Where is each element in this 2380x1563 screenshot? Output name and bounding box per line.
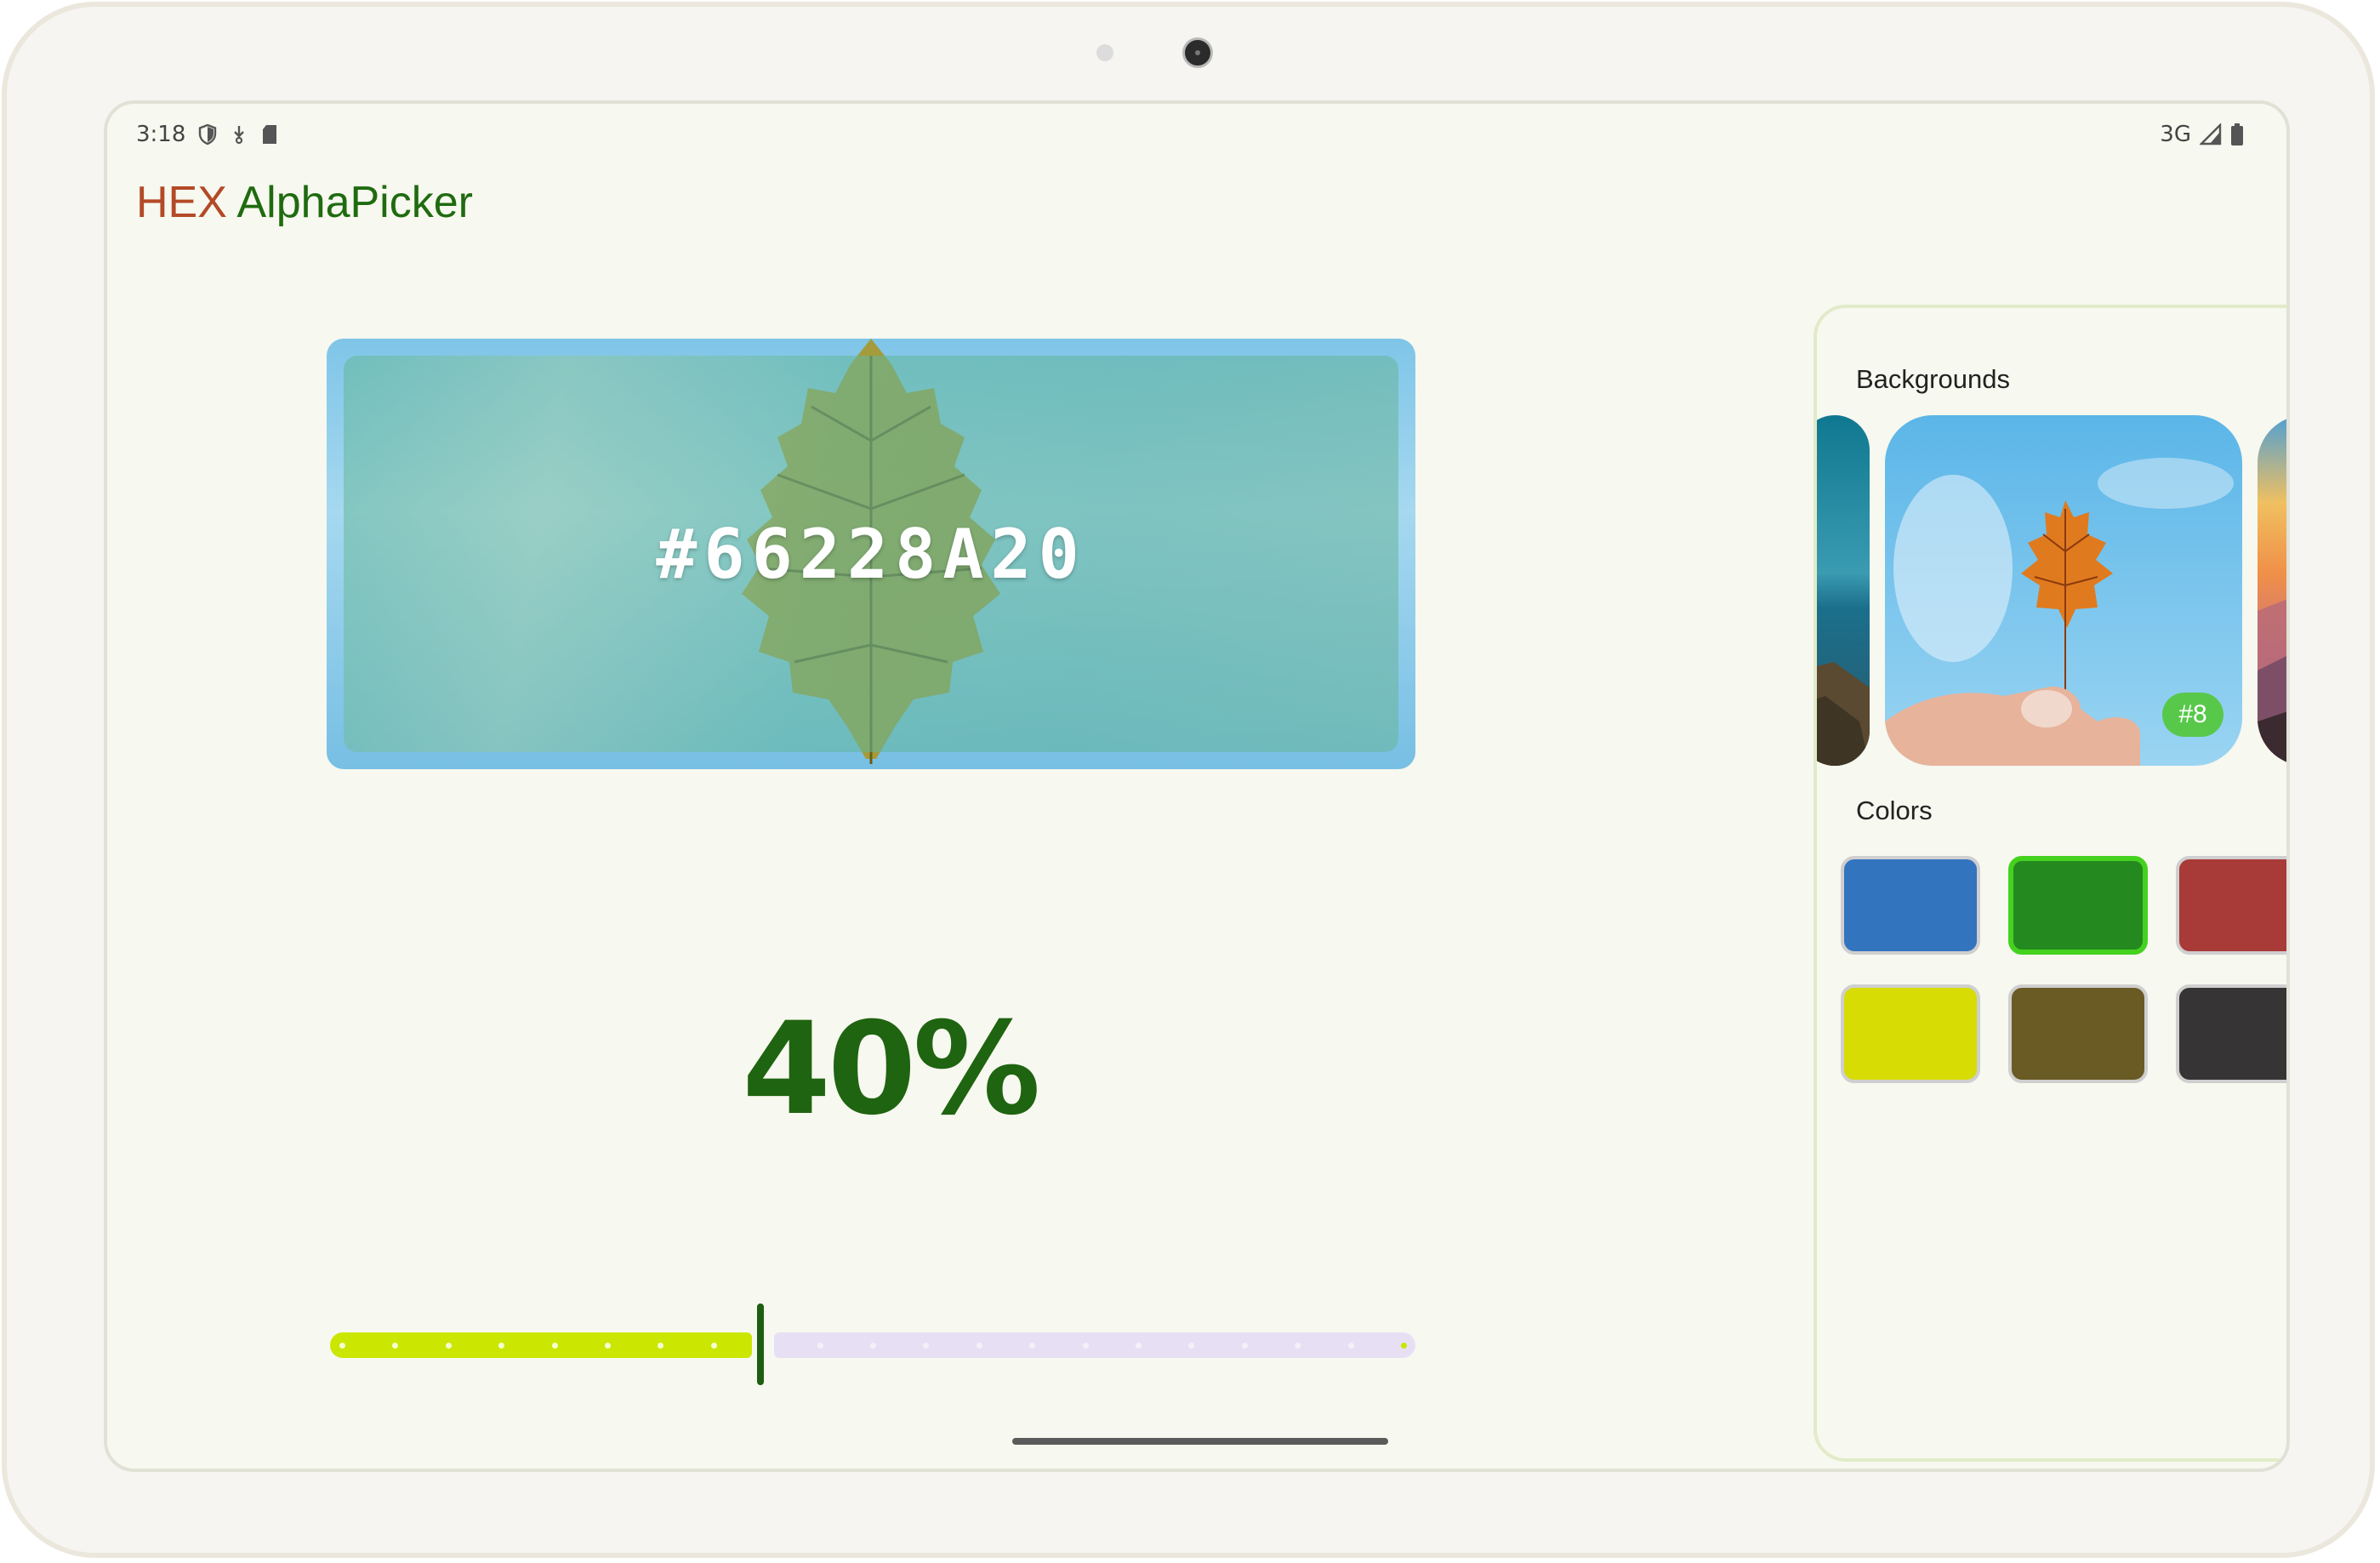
slider-thumb[interactable] [757, 1303, 764, 1385]
background-card-ocean[interactable] [1817, 415, 1870, 766]
ocean-cliff-image [1817, 415, 1870, 766]
color-swatch-yellow[interactable] [1841, 984, 1980, 1083]
slider-step-dot [1241, 1343, 1248, 1349]
sd-card-icon [260, 123, 279, 145]
color-swatch-blue[interactable] [1841, 856, 1980, 955]
color-swatch-olive-brown[interactable] [2008, 984, 2148, 1083]
slider-step-dot [870, 1343, 876, 1349]
status-bar: 3:18 3G [136, 116, 2244, 153]
background-card-leaf[interactable]: #8 [1885, 415, 2242, 766]
app-title-hex: HEX [136, 178, 227, 227]
slider-step-dot [1347, 1343, 1354, 1349]
slider-step-dot [817, 1343, 823, 1349]
slider-step-dot [445, 1343, 452, 1349]
alpha-slider[interactable] [330, 1303, 1415, 1397]
app-title: HEX AlphaPicker [136, 177, 473, 228]
slider-step-dot [605, 1343, 611, 1349]
color-swatch-red[interactable] [2176, 856, 2286, 955]
slider-step-dot [339, 1343, 345, 1349]
light-sensor [1096, 44, 1113, 61]
hex-value: #66228A20 [656, 514, 1086, 594]
slider-step-dot [1401, 1343, 1407, 1349]
status-time: 3:18 [136, 122, 186, 147]
slider-step-dot [710, 1343, 717, 1349]
front-camera [1182, 37, 1213, 68]
backgrounds-label: Backgrounds [1856, 364, 2010, 394]
background-card-sunset[interactable] [2258, 415, 2286, 766]
tablet-frame: 3:18 3G HEX AlphaPicker #66228A20 40% Ba… [2, 2, 2375, 1558]
app-title-alphapicker: AlphaPicker [226, 178, 473, 227]
color-preview: #66228A20 [327, 339, 1415, 769]
alpha-percentage: 40% [742, 995, 1040, 1144]
network-type: 3G [2160, 122, 2191, 147]
download-icon [230, 123, 248, 145]
selected-background-badge: #8 [2162, 693, 2223, 737]
colors-label: Colors [1856, 796, 1933, 825]
color-swatch-green[interactable] [2008, 856, 2148, 955]
slider-step-dot [1082, 1343, 1089, 1349]
signal-icon [2200, 123, 2222, 145]
screen: 3:18 3G HEX AlphaPicker #66228A20 40% Ba… [104, 100, 2290, 1472]
battery-icon [2230, 123, 2244, 146]
color-swatch-dark-gray[interactable] [2176, 984, 2286, 1083]
shield-icon [197, 123, 218, 145]
sunset-mountains-image [2258, 415, 2286, 766]
home-indicator[interactable] [1012, 1438, 1388, 1445]
slider-step-dot [551, 1343, 558, 1349]
slider-step-dot [976, 1343, 982, 1349]
slider-step-dot [1136, 1343, 1142, 1349]
options-panel: Backgrounds #8 Colors [1813, 305, 2286, 1462]
